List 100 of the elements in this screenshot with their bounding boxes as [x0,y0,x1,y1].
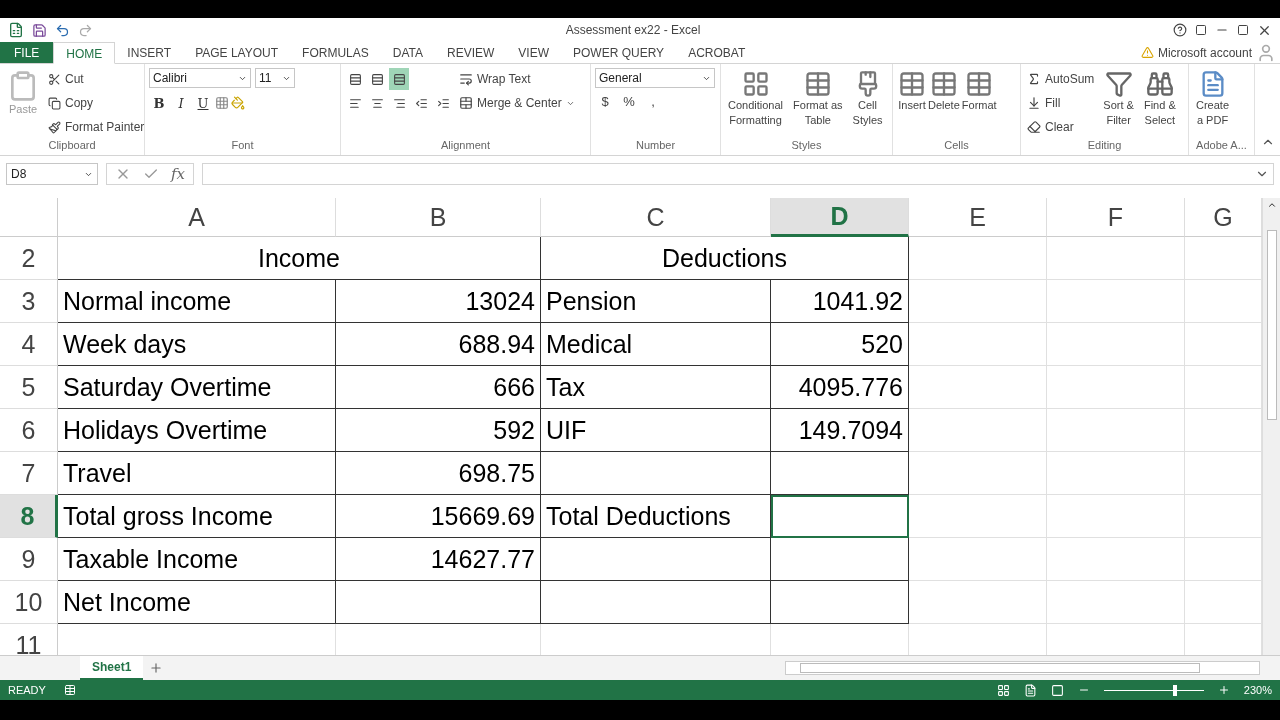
table-cell[interactable]: 13024 [336,280,541,323]
cells-button[interactable]: Format [960,68,998,139]
file-tab[interactable]: FILE [0,42,54,63]
number-button[interactable]: % [619,90,639,112]
ribbon-tab[interactable]: HOME [53,42,116,64]
ribbon-tab[interactable]: POWER QUERY [561,42,677,63]
column-header[interactable]: C [541,198,771,237]
column-header[interactable]: G [1185,198,1262,237]
number-button[interactable]: , [643,90,663,112]
ribbon-tab[interactable]: DATA [380,42,435,63]
table-cell[interactable]: Income [58,237,541,280]
cell[interactable] [771,581,909,624]
table-cell[interactable]: Normal income [58,280,336,323]
editing-button[interactable]: AutoSum [1025,68,1097,90]
cell[interactable] [771,452,909,495]
ribbon-tab[interactable]: PAGE LAYOUT [183,42,291,63]
formula-field[interactable] [202,163,1274,185]
row-header[interactable]: 7 [0,452,58,495]
styles-button[interactable]: Cell Styles [849,68,886,139]
style-button[interactable]: I [171,92,191,114]
table-cell[interactable]: Holidays Overtime [58,409,336,452]
table-cell[interactable]: Saturday Overtime [58,366,336,409]
row-header[interactable]: 6 [0,409,58,452]
table-cell[interactable]: Total Deductions [541,495,771,538]
table-cell[interactable]: 4095.776 [771,366,909,409]
slider-thumb[interactable] [1172,684,1177,696]
redo-icon[interactable] [78,22,93,38]
column-header[interactable]: A [58,198,336,237]
table-cell[interactable]: 1041.92 [771,280,909,323]
clipboard-button[interactable]: Copy [46,92,147,114]
name-box[interactable]: D8 [6,163,98,185]
function-button[interactable]: fx [171,165,185,183]
table-cell[interactable]: Taxable Income [58,538,336,581]
normal-view-icon[interactable] [996,683,1010,697]
create-pdf-button[interactable]: Create a PDF [1193,68,1233,139]
borders-icon[interactable] [215,96,229,110]
row-header[interactable]: 5 [0,366,58,409]
cells-button[interactable]: Delete [927,68,961,139]
table-cell[interactable]: Week days [58,323,336,366]
column-header[interactable]: E [909,198,1047,237]
cell[interactable] [541,581,771,624]
table-cell[interactable]: Deductions [541,237,909,280]
styles-button[interactable]: Conditional Formatting [725,68,787,139]
merge-button[interactable]: Merge & Center [457,92,577,114]
scrollbar-thumb[interactable] [800,663,1200,673]
cell[interactable] [771,538,909,581]
vertical-scrollbar[interactable] [1262,198,1280,655]
cell[interactable] [541,452,771,495]
number-format-field[interactable]: General [595,68,715,88]
scrollbar-thumb[interactable] [1266,230,1277,420]
ribbon-tab[interactable]: INSERT [115,42,184,63]
editing-button[interactable]: Find & Select [1140,68,1179,139]
row-header[interactable]: 2 [0,237,58,280]
clipboard-button[interactable]: Format Painter [46,116,147,138]
table-cell[interactable]: 14627.77 [336,538,541,581]
help-icon[interactable] [1173,23,1187,37]
column-header[interactable]: B [336,198,541,237]
style-button[interactable]: U [193,92,213,114]
account-link[interactable]: Microsoft account [1157,45,1252,60]
editing-button[interactable]: Fill [1025,92,1097,114]
cell[interactable] [771,495,909,538]
styles-button[interactable]: Format as Table [790,68,846,139]
table-cell[interactable]: Net Income [58,581,336,624]
add-sheet-icon[interactable] [149,661,164,675]
row-header[interactable]: 3 [0,280,58,323]
save-icon[interactable] [32,22,47,38]
table-cell[interactable]: 666 [336,366,541,409]
table-cell[interactable]: 698.75 [336,452,541,495]
editing-button[interactable]: Clear [1025,116,1097,138]
zoom-in-icon[interactable] [1217,684,1230,696]
cells-button[interactable]: Insert [897,68,927,139]
zoom-slider[interactable] [1103,684,1204,696]
table-cell[interactable]: 149.7094 [771,409,909,452]
row-header[interactable]: 10 [0,581,58,624]
table-cell[interactable]: Total gross Income [58,495,336,538]
row-header[interactable]: 9 [0,538,58,581]
table-cell[interactable]: Pension [541,280,771,323]
clipboard-button[interactable]: Cut [46,68,147,90]
row-header[interactable]: 8 [0,495,58,538]
restore-icon[interactable] [1237,24,1249,36]
undo-icon[interactable] [55,22,70,38]
font-field[interactable]: Calibri [149,68,251,88]
table-cell[interactable]: Medical [541,323,771,366]
horizontal-scrollbar[interactable] [785,661,1260,675]
column-header[interactable]: D [771,198,909,237]
table-cell[interactable]: 592 [336,409,541,452]
row-header[interactable]: 4 [0,323,58,366]
table-cell[interactable]: Travel [58,452,336,495]
vertical-align-button[interactable] [389,68,409,90]
table-cell[interactable]: Tax [541,366,771,409]
column-header[interactable]: F [1047,198,1185,237]
table-cell[interactable]: UIF [541,409,771,452]
font-size-field[interactable]: 11 [255,68,295,88]
select-all-button[interactable] [0,198,58,237]
ribbon-tab[interactable]: REVIEW [435,42,507,63]
table-cell[interactable]: 520 [771,323,909,366]
cell[interactable] [336,581,541,624]
table-cell[interactable]: 15669.69 [336,495,541,538]
ribbon-tab[interactable]: FORMULAS [290,42,381,63]
cell[interactable] [541,538,771,581]
